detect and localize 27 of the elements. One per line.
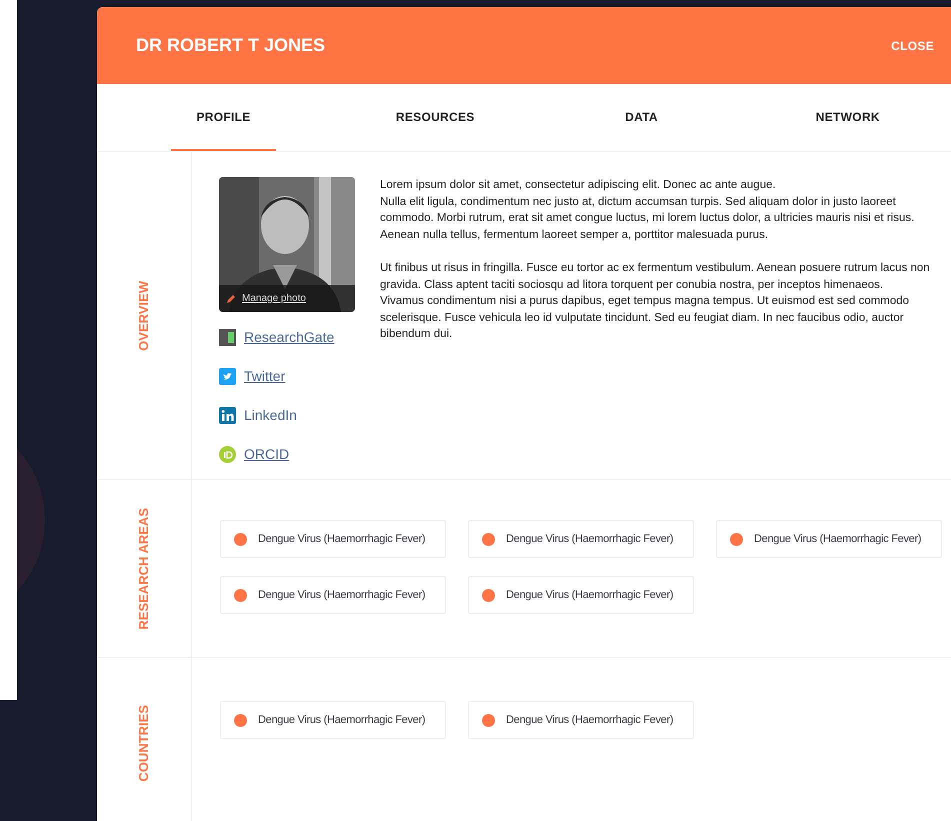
- section-label: COUNTRIES: [135, 704, 152, 782]
- tag-label: Dengue Virus (Haemorrhagic Fever): [258, 712, 426, 728]
- tag-label: Dengue Virus (Haemorrhagic Fever): [506, 532, 674, 547]
- tab[interactable]: NETWORK: [744, 84, 951, 151]
- tag-label: Dengue Virus (Haemorrhagic Fever): [258, 588, 426, 603]
- researchgate-icon: [219, 329, 236, 346]
- orcid-icon: [219, 446, 236, 463]
- profile-link[interactable]: LinkedIn: [244, 405, 297, 426]
- section-label: OVERVIEW: [135, 280, 152, 350]
- linkedin-icon: [219, 407, 236, 424]
- tab[interactable]: DATA: [538, 84, 745, 151]
- profile-link[interactable]: Twitter: [244, 366, 286, 387]
- bird-icon: [219, 368, 236, 385]
- bio-paragraph: Lorem ipsum dolor sit amet, consectetur adipiscing elit. Donec ac ante augue. Nulla elit ligula, condimentum nec justo at, dictum accumsan turpis. Sed aliquam dolor in justo laoreet commodo. Morbi rutrum, erat sit amet congue luctus, mi lorem luctus dolor, a ultricies mauris nisi et risus. Aenean nulla tellus, fermentum laoreet semper a, porttitor malesuada purus.: [380, 178, 916, 242]
- tag-label: Dengue Virus (Haemorrhagic Fever): [506, 588, 674, 603]
- tag-label: Dengue Virus (Haemorrhagic Fever): [754, 532, 922, 547]
- tag-label: Dengue Virus (Haemorrhagic Fever): [258, 532, 426, 547]
- tab[interactable]: RESOURCES: [332, 84, 538, 151]
- modal-title: DR ROBERT T JONES: [136, 34, 326, 57]
- bio-paragraph: Ut finibus ut risus in fringilla. Fusce eu tortor ac ex fermentum vestibulum. Aenean posuere rutrum lacus non gravida. Class aptent taciti sociosqu ad litora torquent per conubia nostra, per inceptos himenaeos. Vivamus condimentum nisi a purus dapibus, eget tempus magna tempus. Ut euismod est sed commodo scelerisque. Fusce vehicula leo id vulputate tincidunt. Sed eu feugiat diam. In nec faucibus odio, auctor bibendum dui.: [380, 261, 930, 342]
- pencil-icon: [226, 294, 236, 304]
- profile-link[interactable]: ORCID: [244, 444, 290, 465]
- tab[interactable]: PROFILE: [171, 84, 276, 151]
- tag-label: Dengue Virus (Haemorrhagic Fever): [506, 712, 674, 728]
- profile-link[interactable]: ResearchGate: [244, 327, 334, 348]
- manage-photo-link[interactable]: Manage photo: [242, 291, 306, 306]
- section-label: RESEARCH AREAS: [135, 508, 152, 630]
